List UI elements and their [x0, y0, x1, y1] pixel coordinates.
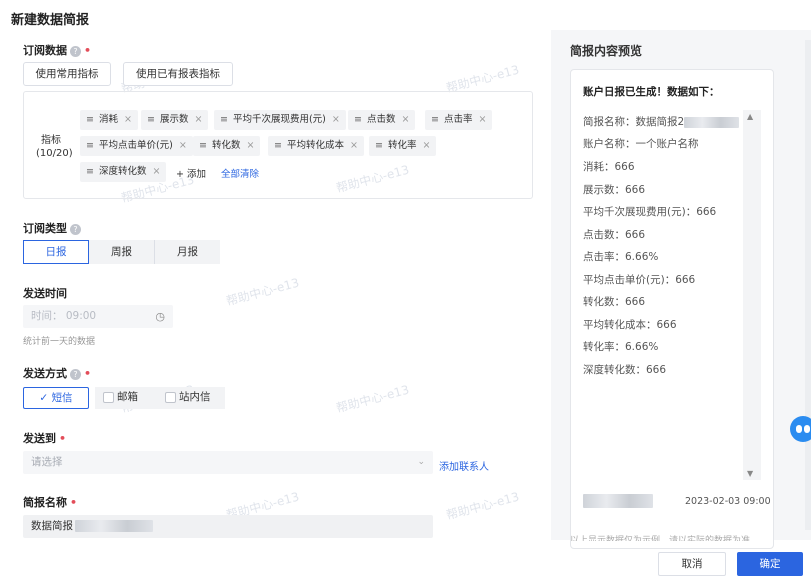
- metric-tag[interactable]: ≡ 深度转化数 ×: [80, 162, 167, 182]
- metric-tag[interactable]: ≡ 展示数 ×: [141, 110, 209, 130]
- preview-line: 平均千次展现费用(元)：666: [583, 206, 717, 218]
- preview-line: 深度转化数：666: [583, 364, 667, 376]
- drag-handle-icon[interactable]: ≡: [375, 140, 383, 151]
- checkbox-box[interactable]: [165, 391, 176, 403]
- watermark: 帮助中心-e13: [444, 489, 521, 523]
- blurred-avatar: [583, 494, 653, 508]
- check-icon: ✓: [39, 392, 52, 404]
- close-icon[interactable]: ×: [401, 114, 409, 125]
- email-checkbox[interactable]: 邮箱: [95, 387, 161, 409]
- metric-tag[interactable]: ≡ 平均点击单价(元) ×: [80, 136, 193, 156]
- metric-tag[interactable]: ≡ 消耗 ×: [80, 110, 138, 130]
- subscribe-data-label: 订阅数据? •: [23, 44, 92, 57]
- preview-line: 展示数：666: [583, 184, 646, 196]
- time-picker[interactable]: 时间： 09:00 ◷: [23, 305, 173, 328]
- add-metric-button[interactable]: + 添加: [176, 166, 206, 180]
- metric-tag[interactable]: ≡ 点击率 ×: [425, 110, 493, 130]
- help-icon[interactable]: ?: [70, 223, 81, 235]
- required-mark: •: [70, 496, 78, 509]
- preview-line: 点击数：666: [583, 229, 646, 241]
- close-icon[interactable]: ×: [332, 114, 340, 125]
- tab-daily[interactable]: 日报: [23, 240, 89, 264]
- watermark: 帮助中心-e13: [334, 382, 411, 416]
- metric-selector: 指标 (10/20) ≡ 消耗 × ≡ 展示数 × ≡ 平均千次展现费用(元) × ≡ 点击数 ×…: [23, 91, 533, 199]
- send-method-label: 发送方式? •: [23, 367, 92, 380]
- send-to-label: 发送到 •: [23, 432, 67, 445]
- drag-handle-icon[interactable]: ≡: [86, 114, 94, 125]
- preview-title: 简报内容预览: [570, 44, 643, 58]
- preview-line: 平均点击单价(元)：666: [583, 274, 696, 286]
- drag-handle-icon[interactable]: ≡: [220, 114, 228, 125]
- close-icon[interactable]: ×: [194, 114, 202, 125]
- drag-handle-icon[interactable]: ≡: [86, 140, 94, 151]
- report-name-value: 数据简报: [31, 515, 153, 538]
- chevron-down-icon: ⌄: [417, 457, 425, 467]
- cancel-button[interactable]: 取消: [658, 552, 726, 576]
- preview-line: 点击率：6.66%: [583, 251, 659, 263]
- scroll-down-icon[interactable]: ▼: [747, 469, 753, 478]
- preview-line: 转化数：666: [583, 296, 646, 308]
- clear-all-button[interactable]: 全部清除: [221, 166, 259, 180]
- watermark: 帮助中心-e13: [224, 275, 301, 309]
- preview-line: 消耗：666: [583, 161, 635, 173]
- use-common-metrics-button[interactable]: 使用常用指标: [23, 62, 111, 86]
- close-icon[interactable]: ×: [179, 140, 187, 151]
- preview-line: 简报名称：数据简报2: [583, 114, 740, 129]
- preview-date: 2023-02-03 09:00: [685, 496, 771, 507]
- assistant-mascot-icon[interactable]: [790, 416, 811, 442]
- close-icon[interactable]: ×: [350, 140, 358, 151]
- required-mark: •: [59, 432, 67, 445]
- required-mark: •: [84, 44, 92, 57]
- preview-heading: 账户日报已生成！数据如下：: [583, 86, 720, 98]
- drag-handle-icon[interactable]: ≡: [86, 166, 94, 177]
- metric-tag[interactable]: ≡ 转化数 ×: [193, 136, 261, 156]
- tab-monthly[interactable]: 月报: [154, 240, 220, 264]
- report-name-input[interactable]: 数据简报: [23, 515, 433, 538]
- sms-checkbox[interactable]: ✓ 短信: [23, 387, 89, 409]
- inbox-checkbox[interactable]: 站内信: [161, 387, 225, 409]
- tab-weekly[interactable]: 周报: [89, 240, 154, 264]
- close-icon[interactable]: ×: [478, 114, 486, 125]
- close-icon[interactable]: ×: [152, 166, 160, 177]
- subscribe-type-label: 订阅类型?: [23, 220, 81, 236]
- recipient-select[interactable]: 请选择 ⌄: [23, 451, 433, 474]
- use-existing-report-metrics-button[interactable]: 使用已有报表指标: [123, 62, 233, 86]
- help-icon[interactable]: ?: [70, 368, 81, 380]
- select-placeholder: 请选择: [31, 456, 63, 468]
- checkbox-box[interactable]: [103, 391, 114, 403]
- report-name-label: 简报名称 •: [23, 496, 78, 509]
- drag-handle-icon[interactable]: ≡: [431, 114, 439, 125]
- drag-handle-icon[interactable]: ≡: [199, 140, 207, 151]
- page-title: 新建数据简报: [11, 13, 90, 28]
- add-contact-link[interactable]: 添加联系人: [439, 458, 489, 473]
- plus-icon: +: [176, 169, 187, 180]
- preview-line: 转化率：6.66%: [583, 341, 659, 353]
- close-icon[interactable]: ×: [124, 114, 132, 125]
- metric-tag[interactable]: ≡ 平均转化成本 ×: [268, 136, 364, 156]
- preview-card: 账户日报已生成！数据如下： 简报名称：数据简报2 账户名称：一个账户名称 消耗：…: [570, 69, 774, 549]
- preview-panel: 简报内容预览 账户日报已生成！数据如下： 简报名称：数据简报2 账户名称：一个账…: [551, 30, 811, 549]
- drag-handle-icon[interactable]: ≡: [147, 114, 155, 125]
- metric-tag[interactable]: ≡ 平均千次展现费用(元) ×: [214, 110, 346, 130]
- help-icon[interactable]: ?: [70, 45, 81, 57]
- send-time-label: 发送时间: [23, 287, 67, 300]
- drag-handle-icon[interactable]: ≡: [274, 140, 282, 151]
- confirm-button[interactable]: 确定: [737, 552, 803, 576]
- metric-tag[interactable]: ≡ 转化率 ×: [369, 136, 437, 156]
- metric-tag[interactable]: ≡ 点击数 ×: [348, 110, 416, 130]
- scroll-up-icon[interactable]: ▲: [747, 112, 753, 121]
- preview-line: 账户名称：一个账户名称: [583, 138, 699, 150]
- required-mark: •: [84, 367, 92, 380]
- send-time-hint: 统计前一天的数据: [23, 337, 96, 347]
- preview-line: 平均转化成本：666: [583, 319, 677, 331]
- clock-icon: ◷: [155, 310, 165, 323]
- metric-label: 指标 (10/20): [36, 135, 73, 159]
- page-scrollbar[interactable]: [805, 40, 811, 530]
- close-icon[interactable]: ×: [246, 140, 254, 151]
- close-icon[interactable]: ×: [422, 140, 430, 151]
- preview-footnote: 以上显示数据仅为示例，请以实际的数据为准: [570, 536, 751, 541]
- time-placeholder: 时间： 09:00: [31, 310, 97, 322]
- drag-handle-icon[interactable]: ≡: [354, 114, 362, 125]
- preview-scrollbar[interactable]: ▲ ▼: [743, 110, 761, 480]
